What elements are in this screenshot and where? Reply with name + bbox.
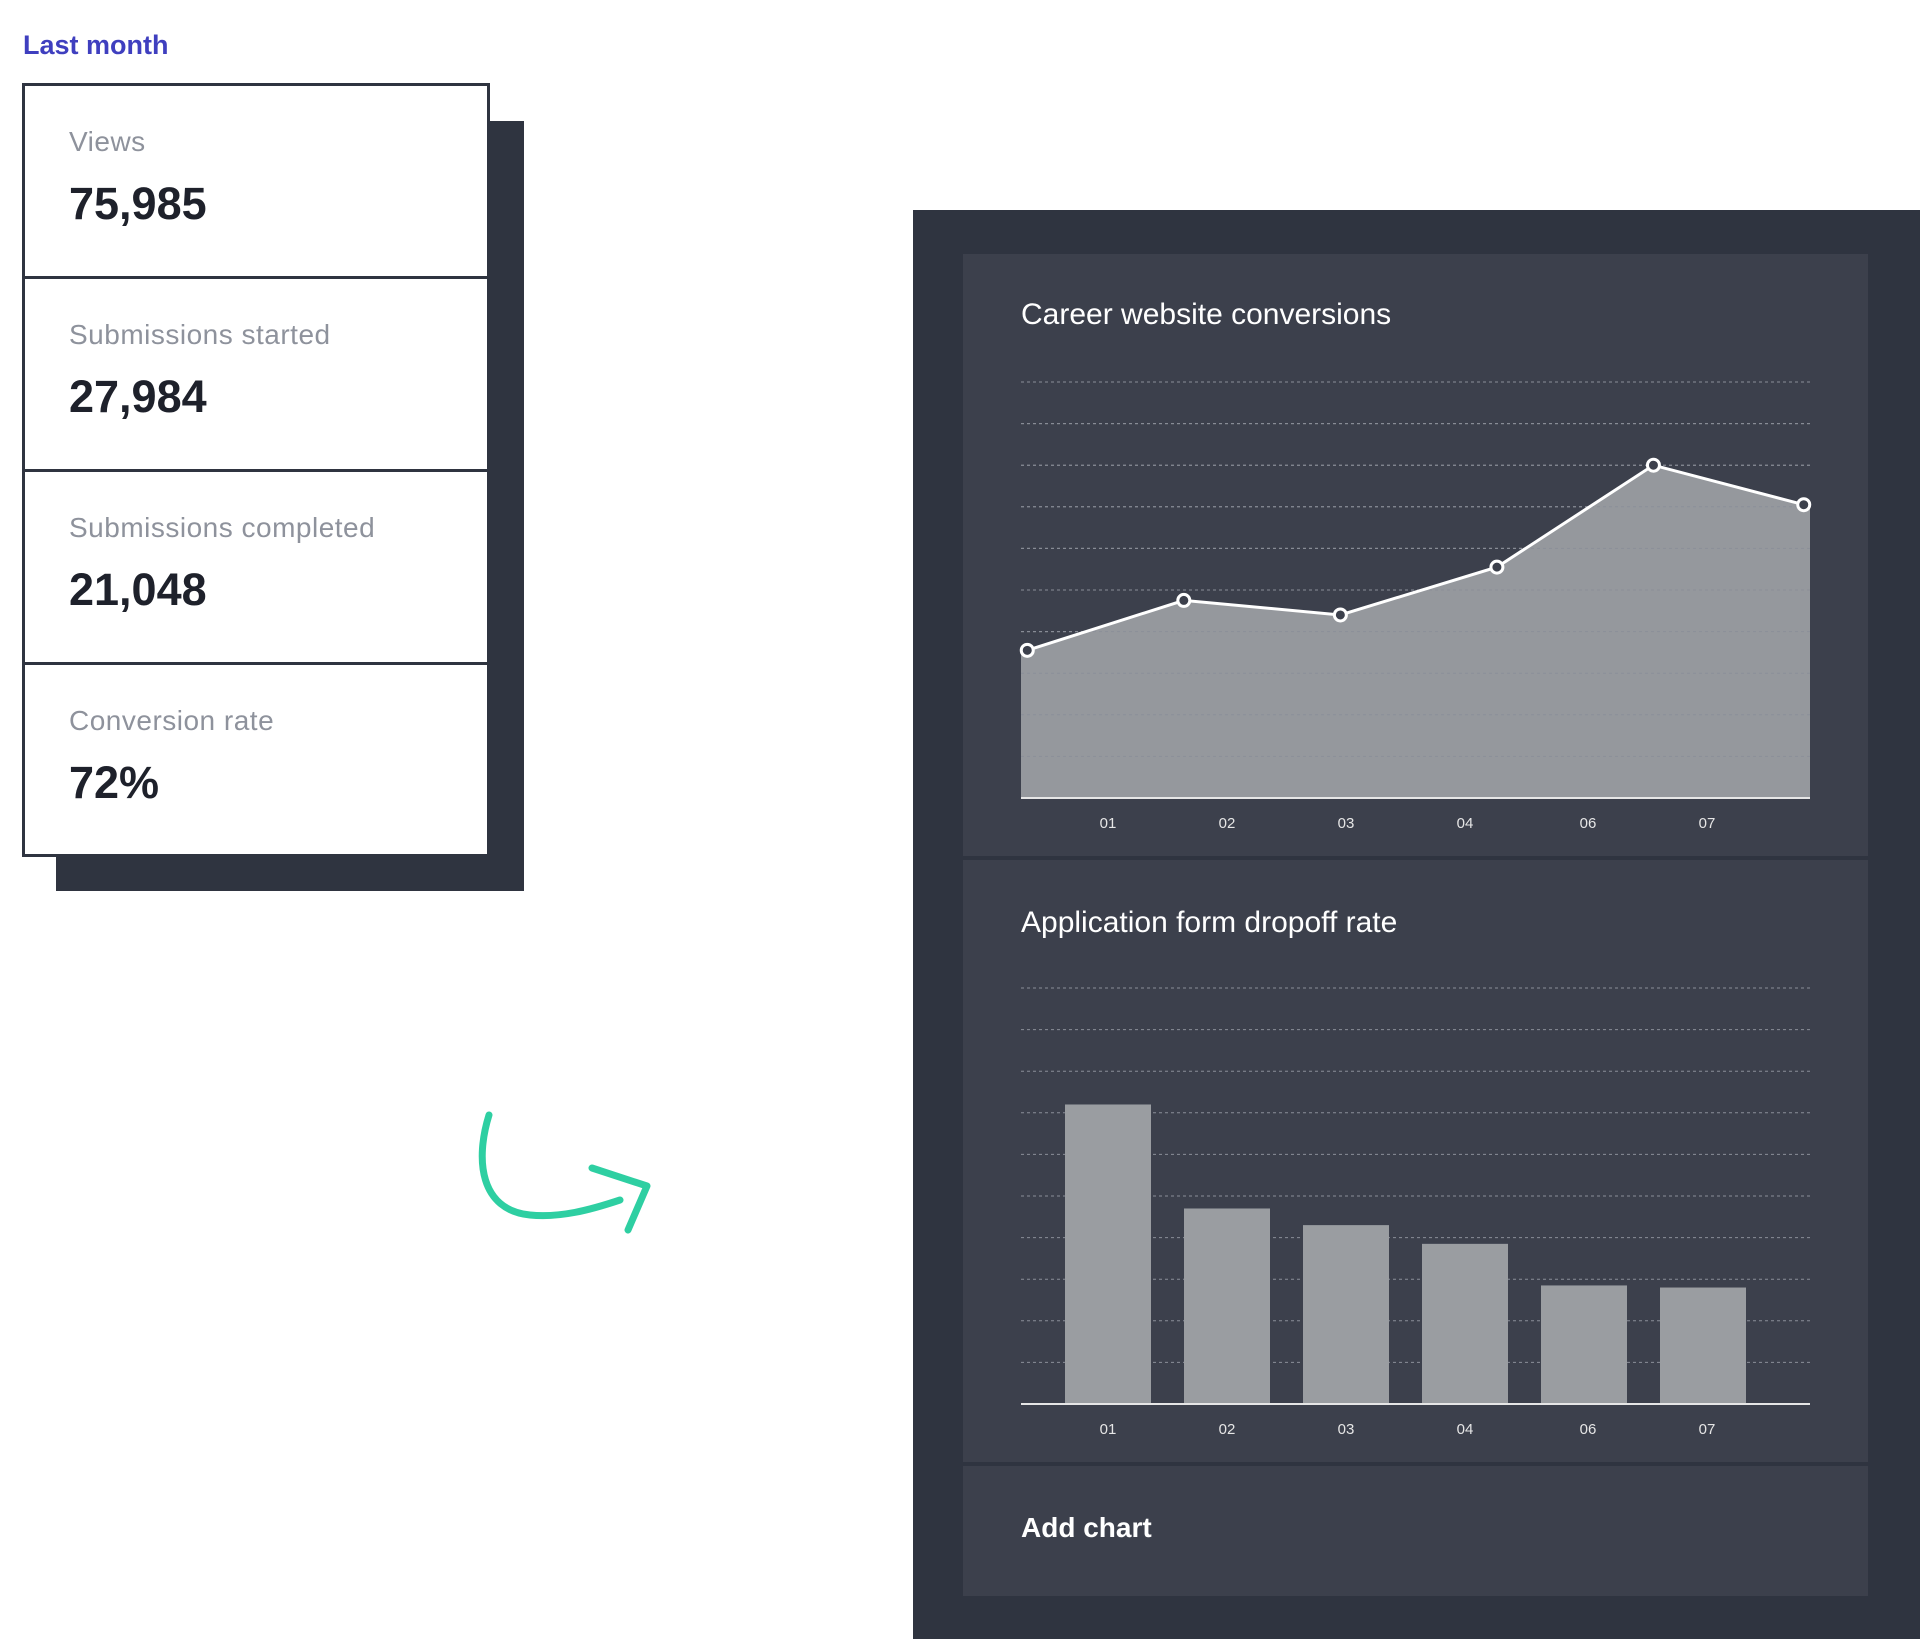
x-tick-label: 06: [1580, 1421, 1597, 1438]
bar: [1184, 1208, 1270, 1404]
area-fill: [1021, 465, 1810, 798]
area-chart: 01 02 03 04 06 07: [1019, 381, 1812, 832]
x-tick-label: 02: [1219, 815, 1236, 832]
chart-card-conversions[interactable]: Career website conversions 01 02 03 04 06 07: [963, 254, 1868, 856]
stat-submissions-completed: Submissions completed 21,048: [25, 472, 487, 665]
add-chart-button[interactable]: Add chart: [963, 1466, 1868, 1596]
x-tick-label: 01: [1100, 815, 1117, 832]
x-tick-label: 07: [1699, 815, 1716, 832]
bar: [1422, 1243, 1508, 1404]
stat-submissions-started: Submissions started 27,984: [25, 279, 487, 472]
x-tick-label: 07: [1699, 1421, 1716, 1438]
stat-conversion-rate: Conversion rate 72%: [25, 665, 487, 858]
x-tick-label: 04: [1457, 815, 1474, 832]
stat-label: Views: [69, 126, 146, 157]
bar-chart: 01 02 03 04 06 07: [1021, 987, 1810, 1438]
x-tick-label: 02: [1219, 1421, 1236, 1438]
stats-card: Views 75,985 Submissions started 27,984 …: [22, 83, 490, 857]
dashboard-panel: Career website conversions 01 02 03 04 06 07 …: [913, 210, 1920, 1639]
stat-views: Views 75,985: [25, 86, 487, 279]
data-point: [1645, 457, 1661, 473]
bar: [1065, 1104, 1151, 1404]
chart-card-dropoff[interactable]: Application form dropoff rate 01 02 03 04 06…: [963, 860, 1868, 1462]
period-label[interactable]: Last month: [23, 30, 169, 61]
data-point: [1176, 592, 1192, 608]
stat-label: Conversion rate: [69, 705, 275, 736]
bar: [1303, 1225, 1389, 1404]
stat-value: 75,985: [69, 178, 207, 229]
x-tick-label: 01: [1100, 1421, 1117, 1438]
data-point: [1332, 607, 1348, 623]
stat-label: Submissions started: [69, 319, 331, 350]
x-tick-label: 06: [1580, 815, 1597, 832]
bar: [1660, 1287, 1746, 1404]
x-tick-label: 03: [1338, 1421, 1355, 1438]
curved-arrow-icon: [478, 1111, 651, 1234]
data-point: [1489, 559, 1505, 575]
stat-label: Submissions completed: [69, 512, 376, 543]
add-chart-label: Add chart: [1021, 1512, 1152, 1543]
stat-value: 27,984: [69, 371, 207, 422]
x-tick-label: 04: [1457, 1421, 1474, 1438]
bar: [1541, 1285, 1627, 1404]
data-point: [1019, 642, 1035, 658]
stat-value: 21,048: [69, 564, 207, 615]
stat-value: 72%: [69, 757, 160, 808]
x-tick-label: 03: [1338, 815, 1355, 832]
data-point: [1796, 497, 1812, 513]
